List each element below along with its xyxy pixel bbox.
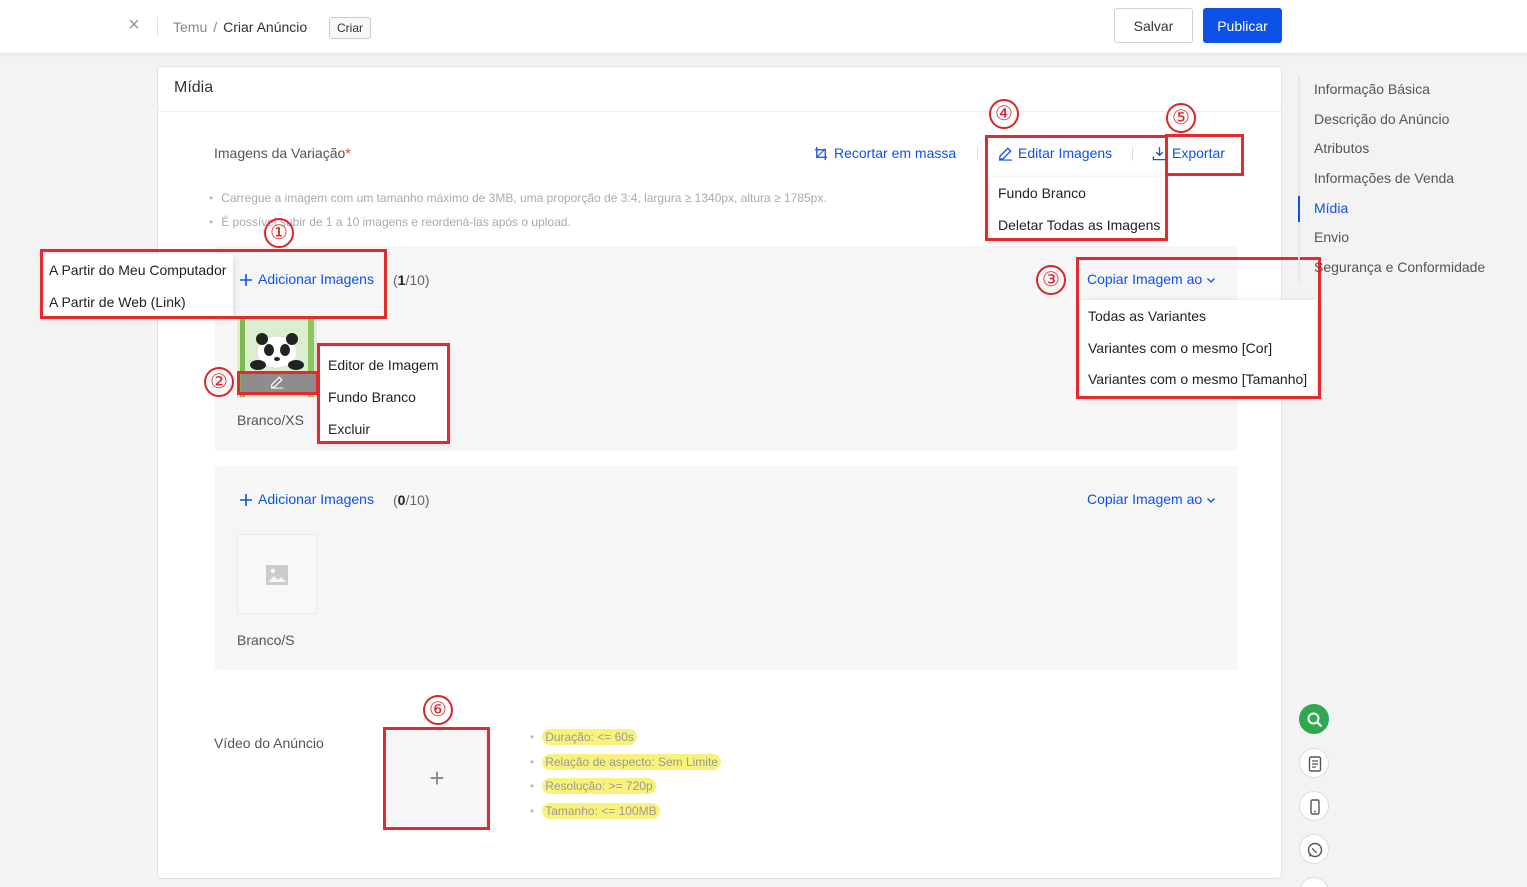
- thumbnail-menu: Editor de Imagem Fundo Branco Excluir: [320, 347, 448, 441]
- menu-item-white-background[interactable]: Fundo Branco: [320, 381, 448, 413]
- copy-image-dropdown[interactable]: Copiar Imagem ao: [1087, 271, 1216, 287]
- menu-item-same-size[interactable]: Variantes com o mesmo [Tamanho]: [1080, 363, 1317, 395]
- side-nav-track: [1298, 76, 1300, 282]
- menu-item-white-background[interactable]: Fundo Branco: [990, 177, 1165, 209]
- publish-button[interactable]: Publicar: [1203, 8, 1282, 43]
- add-video-button[interactable]: +: [387, 731, 487, 826]
- phone-icon[interactable]: [1299, 791, 1329, 821]
- status-tag: Criar: [329, 17, 371, 39]
- side-nav-media[interactable]: Mídia: [1314, 200, 1348, 216]
- annotation-number-6: ⑥: [423, 695, 453, 725]
- add-images-menu: A Partir do Meu Computador A Partir de W…: [43, 254, 233, 316]
- card-title: Mídia: [174, 79, 214, 96]
- breadcrumb-current: Criar Anúncio: [223, 19, 308, 35]
- video-hint-text: Relação de aspecto: Sem Limite: [542, 754, 721, 770]
- edit-images-menu: Fundo Branco Deletar Todas as Imagens: [990, 177, 1165, 239]
- video-hint: Resolução: >= 720p: [530, 778, 656, 794]
- chevron-down-icon: [1207, 498, 1216, 503]
- video-label: Vídeo do Anúncio: [214, 735, 324, 751]
- upload-hint: É possível subir de 1 a 10 imagens e reo…: [209, 215, 571, 229]
- annotation-number-3: ③: [1036, 265, 1066, 295]
- menu-item-image-editor[interactable]: Editor de Imagem: [320, 349, 448, 381]
- empty-image-slot[interactable]: [237, 534, 317, 614]
- image-count: (0/10): [393, 492, 430, 508]
- pencil-icon: [998, 147, 1013, 161]
- side-nav-shipping[interactable]: Envio: [1314, 229, 1349, 245]
- edit-images-label: Editar Imagens: [1018, 145, 1113, 161]
- breadcrumb-separator: /: [213, 19, 218, 35]
- video-hint: Tamanho: <= 100MB: [530, 803, 660, 819]
- menu-item-same-color[interactable]: Variantes com o mesmo [Cor]: [1080, 332, 1317, 364]
- add-images-button[interactable]: Adicionar Imagens: [239, 271, 374, 287]
- image-placeholder-icon: [266, 565, 288, 585]
- toolbar-divider: [1132, 147, 1133, 161]
- bulk-crop-button[interactable]: Recortar em massa: [814, 145, 956, 161]
- video-hint-text: Resolução: >= 720p: [542, 778, 656, 794]
- menu-item-from-web[interactable]: A Partir de Web (Link): [43, 286, 233, 318]
- chevron-down-icon: [1207, 278, 1216, 283]
- copy-image-label: Copiar Imagem ao: [1087, 491, 1203, 507]
- header-divider: [157, 17, 158, 37]
- count-total: /10): [405, 272, 430, 288]
- variant-name: Branco/XS: [237, 412, 304, 428]
- copy-image-dropdown[interactable]: Copiar Imagem ao: [1087, 491, 1216, 507]
- top-bar: × Temu / Criar Anúncio Criar Salvar Public…: [0, 0, 1527, 54]
- video-hint-text: Tamanho: <= 100MB: [542, 803, 660, 819]
- card-divider: [158, 111, 1281, 112]
- side-nav-active-indicator: [1298, 196, 1300, 222]
- side-nav-basic-info[interactable]: Informação Básica: [1314, 81, 1430, 97]
- save-button[interactable]: Salvar: [1114, 8, 1193, 43]
- image-count: (1/10): [393, 272, 430, 288]
- add-images-label: Adicionar Imagens: [258, 271, 374, 287]
- menu-item-all-variants[interactable]: Todas as Variantes: [1080, 300, 1317, 332]
- search-icon[interactable]: [1299, 704, 1329, 734]
- thumbnail-edit-bar[interactable]: [241, 373, 316, 392]
- breadcrumb-root[interactable]: Temu: [173, 19, 207, 35]
- document-icon[interactable]: [1299, 748, 1329, 778]
- menu-item-from-computer[interactable]: A Partir do Meu Computador: [43, 254, 233, 286]
- whatsapp-icon[interactable]: [1299, 834, 1329, 864]
- variant-name: Branco/S: [237, 632, 295, 648]
- pencil-icon: [270, 376, 284, 389]
- side-nav-safety[interactable]: Segurança e Conformidade: [1314, 259, 1485, 275]
- add-images-button[interactable]: Adicionar Imagens: [239, 491, 374, 507]
- plus-icon: [240, 494, 252, 506]
- toolbar-divider: [977, 147, 978, 161]
- annotation-number-5: ⑤: [1166, 103, 1196, 133]
- count-total: /10): [405, 492, 430, 508]
- export-label: Exportar: [1172, 145, 1225, 161]
- breadcrumb: Temu / Criar Anúncio: [173, 19, 307, 35]
- add-images-label: Adicionar Imagens: [258, 491, 374, 507]
- crop-icon: [814, 146, 828, 161]
- edit-images-button[interactable]: Editar Imagens: [998, 145, 1112, 161]
- annotation-number-1: ①: [264, 218, 294, 248]
- variation-images-label: Imagens da Variação*: [214, 145, 351, 161]
- variation-images-label-text: Imagens da Variação: [214, 145, 346, 161]
- annotation-number-4: ④: [989, 99, 1019, 129]
- upload-hint: Carregue a imagem com um tamanho máximo …: [209, 191, 826, 205]
- copy-image-label: Copiar Imagem ao: [1087, 271, 1203, 287]
- video-hint: Duração: <= 60s: [530, 729, 637, 745]
- required-mark: *: [345, 145, 351, 161]
- bulk-crop-label: Recortar em massa: [834, 145, 957, 161]
- copy-image-menu: Todas as Variantes Variantes com o mesmo…: [1080, 300, 1317, 396]
- video-hint: Relação de aspecto: Sem Limite: [530, 754, 721, 770]
- menu-item-delete[interactable]: Excluir: [320, 413, 448, 445]
- video-hint-text: Duração: <= 60s: [542, 729, 637, 745]
- close-icon[interactable]: ×: [124, 14, 144, 36]
- menu-item-delete-all-images[interactable]: Deletar Todas as Imagens: [990, 209, 1165, 241]
- side-nav-attributes[interactable]: Atributos: [1314, 140, 1369, 156]
- plus-icon: [240, 274, 252, 286]
- annotation-number-2: ②: [204, 367, 234, 397]
- side-nav-sales-info[interactable]: Informações de Venda: [1314, 170, 1454, 186]
- export-button[interactable]: Exportar: [1152, 145, 1225, 161]
- side-nav-description[interactable]: Descrição do Anúncio: [1314, 111, 1449, 127]
- more-icon[interactable]: [1299, 877, 1329, 887]
- download-icon: [1152, 146, 1167, 161]
